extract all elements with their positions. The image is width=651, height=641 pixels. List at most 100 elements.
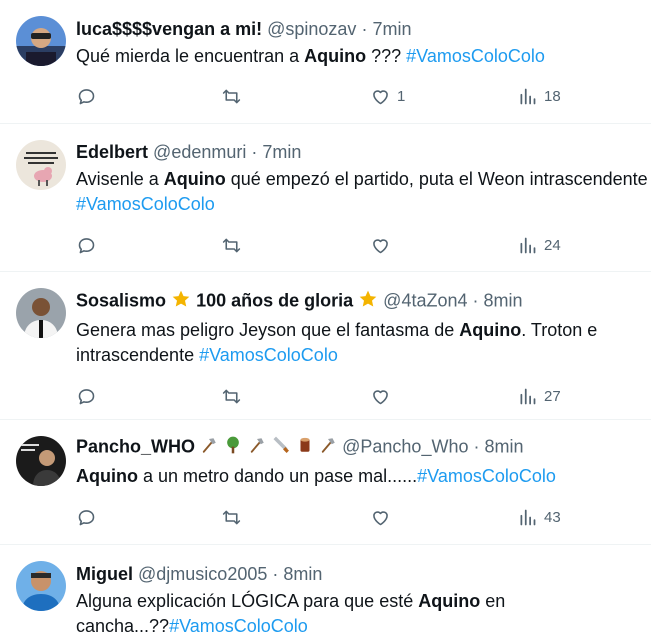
tweet-text-line2: #VamosColoColo <box>76 192 651 217</box>
tweet-text: Genera mas peligro Jeyson que el fantasm… <box>76 318 651 343</box>
views-icon <box>520 237 536 253</box>
avatar[interactable] <box>16 16 66 66</box>
views-count: 24 <box>544 236 561 254</box>
text-segment: Qué mierda le encuentran a <box>76 46 305 66</box>
like-icon <box>373 89 388 104</box>
separator-dot: · <box>272 564 279 584</box>
hashtag-link[interactable]: #VamosColoColo <box>417 466 556 486</box>
highlight-term: Aquino <box>418 591 481 611</box>
display-name[interactable]: Edelbert <box>76 142 148 162</box>
tree-icon <box>223 435 243 460</box>
avatar[interactable] <box>16 288 66 338</box>
user-handle[interactable]: @spinozav <box>267 19 356 39</box>
text-segment: en <box>480 591 506 611</box>
text-segment: . Troton e <box>521 320 598 340</box>
views-button[interactable]: 43 <box>517 505 561 529</box>
reply-button[interactable] <box>76 84 97 108</box>
axe-icon <box>319 436 337 459</box>
axe-icon <box>248 436 266 459</box>
reply-button[interactable] <box>76 505 97 529</box>
highlight-term: Aquino <box>163 169 226 189</box>
views-icon <box>520 509 536 525</box>
display-name-tail[interactable]: 100 años de gloria <box>196 290 353 310</box>
retweet-button[interactable] <box>221 233 242 257</box>
like-count: 1 <box>397 87 406 105</box>
text-segment: Genera mas peligro Jeyson que el fantasm… <box>76 320 460 340</box>
views-icon <box>520 388 536 404</box>
user-handle[interactable]: @Pancho_Who <box>342 436 468 456</box>
axe-icon <box>200 436 218 459</box>
tweet[interactable]: Sosalismo 100 años de gloria @4taZon4 · … <box>0 272 651 420</box>
tweet-text: Avisenle a Aquino qué empezó el partido,… <box>76 167 651 192</box>
hashtag-link[interactable]: #VamosColoColo <box>76 194 215 214</box>
timestamp[interactable]: 7min <box>262 142 301 162</box>
tweet-text-line2: cancha...??#VamosColoColo <box>76 614 651 639</box>
retweet-button[interactable] <box>221 84 242 108</box>
highlight-term: Aquino <box>459 320 522 340</box>
tweet-actions: 27 <box>76 384 651 408</box>
timestamp[interactable]: 8min <box>283 564 322 584</box>
views-count: 27 <box>544 387 561 405</box>
display-name[interactable]: luca$$$$vengan a mi! <box>76 19 262 39</box>
separator-dot: · <box>472 290 479 311</box>
retweet-icon <box>222 389 241 403</box>
tweet-text: Qué mierda le encuentran a Aquino ??? #V… <box>76 44 651 69</box>
timestamp[interactable]: 8min <box>485 436 524 456</box>
text-segment: Avisenle a <box>76 169 164 189</box>
display-name[interactable]: Pancho_WHO <box>76 436 195 456</box>
star-icon <box>171 289 191 314</box>
like-button[interactable]: 1 <box>370 84 405 108</box>
reply-icon <box>78 88 95 104</box>
retweet-icon <box>222 89 241 103</box>
user-handle[interactable]: @edenmuri <box>153 142 246 162</box>
like-icon <box>373 238 388 253</box>
highlight-term: Aquino <box>76 466 138 486</box>
text-segment: qué empezó el partido, puta el Weon intr… <box>225 169 648 189</box>
like-icon <box>373 510 388 525</box>
timestamp[interactable]: 7min <box>372 19 411 39</box>
separator-dot: · <box>473 436 480 457</box>
views-button[interactable]: 27 <box>517 384 561 408</box>
text-segment: intrascendente <box>76 345 200 365</box>
retweet-button[interactable] <box>221 505 242 529</box>
views-button[interactable]: 18 <box>517 84 561 108</box>
like-button[interactable] <box>370 505 391 529</box>
like-button[interactable] <box>370 233 391 257</box>
tweet-header: Miguel @djmusico2005 · 8min <box>76 545 651 585</box>
tweet[interactable]: Miguel @djmusico2005 · 8min Alguna expli… <box>0 545 651 641</box>
tweet[interactable]: Pancho_WHO @Pancho_Who · 8min Aquino a u… <box>0 420 651 545</box>
avatar[interactable] <box>16 140 66 190</box>
separator-dot: · <box>361 19 368 39</box>
highlight-term: Aquino <box>304 46 367 66</box>
display-name[interactable]: Sosalismo <box>76 290 166 310</box>
retweet-icon <box>222 510 241 524</box>
tweet-actions: 1 18 <box>76 84 651 108</box>
avatar[interactable] <box>16 436 66 486</box>
reply-button[interactable] <box>76 233 97 257</box>
separator-dot: · <box>251 142 258 162</box>
reply-button[interactable] <box>76 384 97 408</box>
tweet-text: Aquino a un metro dando un pase mal.....… <box>76 464 651 489</box>
timestamp[interactable]: 8min <box>484 290 523 310</box>
tweet-actions: 43 <box>76 505 651 529</box>
user-handle[interactable]: @4taZon4 <box>383 290 467 310</box>
views-button[interactable]: 24 <box>517 233 561 257</box>
reply-icon <box>78 237 95 253</box>
tweet[interactable]: luca$$$$vengan a mi! @spinozav · 7min Qu… <box>0 0 651 124</box>
views-count: 43 <box>544 508 561 526</box>
hashtag-link[interactable]: #VamosColoColo <box>406 46 545 66</box>
like-button[interactable] <box>370 384 391 408</box>
saw-icon <box>271 435 291 460</box>
hashtag-link[interactable]: #VamosColoColo <box>169 616 308 636</box>
avatar[interactable] <box>16 561 66 611</box>
retweet-button[interactable] <box>221 384 242 408</box>
tweet-text: Alguna explicación LÓGICA para que esté … <box>76 589 651 614</box>
user-handle[interactable]: @djmusico2005 <box>138 564 267 584</box>
display-name[interactable]: Miguel <box>76 564 133 584</box>
retweet-icon <box>222 238 241 252</box>
hashtag-link[interactable]: #VamosColoColo <box>199 345 338 365</box>
text-segment: Alguna explicación LÓGICA para que esté <box>76 591 419 611</box>
star-icon <box>358 289 378 314</box>
reply-icon <box>78 509 95 525</box>
tweet[interactable]: Edelbert @edenmuri · 7min Avisenle a Aqu… <box>0 124 651 272</box>
